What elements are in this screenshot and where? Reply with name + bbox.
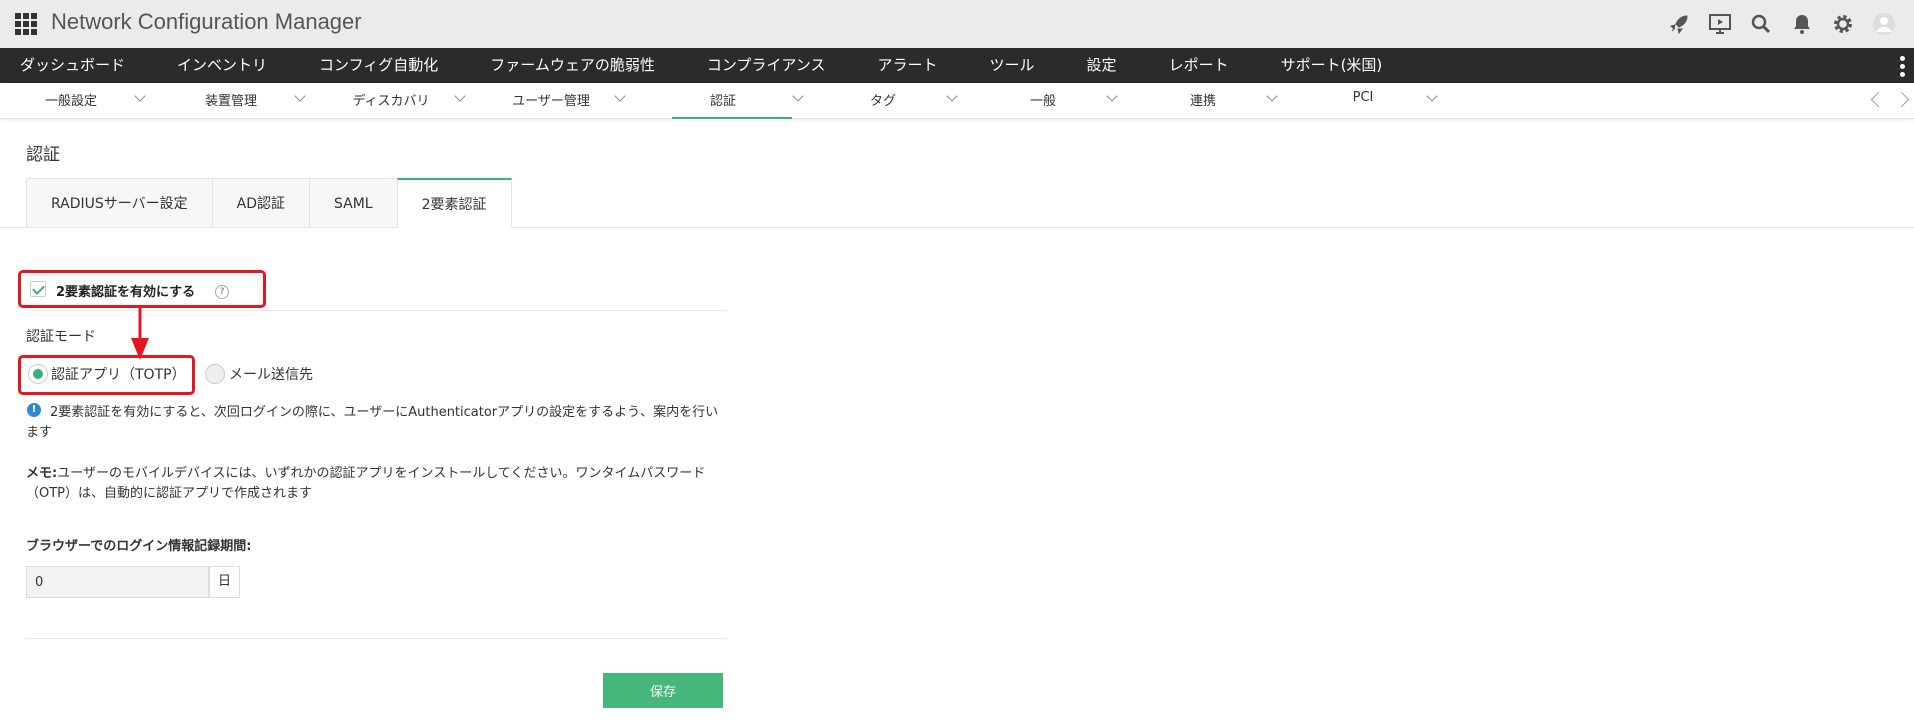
info-icon: ! (27, 403, 41, 417)
user-avatar-icon[interactable] (1863, 8, 1904, 40)
memo-note: メモ:ユーザーのモバイルデバイスには、いずれかの認証アプリをインストールしてくだ… (26, 464, 726, 504)
nav-alerts[interactable]: アラート (852, 48, 964, 83)
tab-radius[interactable]: RADIUSサーバー設定 (26, 178, 212, 228)
memo-prefix: メモ: (26, 466, 58, 481)
scroll-right-icon[interactable] (1894, 89, 1914, 109)
nav-dashboard[interactable]: ダッシュボード (0, 48, 151, 83)
subnav-pci[interactable]: PCI (1292, 83, 1452, 119)
memo-text: ユーザーのモバイルデバイスには、いずれかの認証アプリをインストールしてください。… (26, 466, 706, 501)
scroll-left-icon[interactable] (1866, 89, 1886, 109)
subnav-authentication[interactable]: 認証 (672, 83, 804, 119)
help-icon[interactable]: ? (215, 285, 229, 299)
totp-radio-label[interactable]: 認証アプリ（TOTP） (51, 364, 186, 384)
apps-grid-icon[interactable] (15, 13, 37, 35)
nav-config-automation[interactable]: コンフィグ自動化 (293, 48, 464, 83)
subnav-tags[interactable]: タグ (812, 83, 972, 119)
subnav-general-settings[interactable]: 一般設定 (0, 83, 160, 119)
chevron-down-icon (792, 90, 804, 102)
bell-icon[interactable] (1781, 8, 1822, 40)
subnav-device-management[interactable]: 装置管理 (160, 83, 320, 119)
info-text: 2要素認証を有効にすると、次回ログインの際に、ユーザーにAuthenticato… (26, 405, 719, 440)
nav-firmware-vulnerability[interactable]: ファームウェアの脆弱性 (464, 48, 681, 83)
email-radio[interactable] (205, 364, 225, 384)
gear-icon[interactable] (1822, 8, 1863, 40)
enable-two-factor-checkbox[interactable] (30, 281, 46, 297)
sub-nav: 一般設定 装置管理 ディスカバリ ユーザー管理 認証 タグ 一般 連携 PCI (0, 83, 1914, 119)
top-bar: Network Configuration Manager (0, 0, 1914, 48)
subnav-integration[interactable]: 連携 (1132, 83, 1292, 119)
login-remember-period-label: ブラウザーでのログイン情報記録期間: (26, 539, 252, 554)
enable-two-factor-label: 2要素認証を有効にする (56, 285, 196, 300)
subnav-user-management[interactable]: ユーザー管理 (480, 83, 640, 119)
subnav-discovery[interactable]: ディスカバリ (320, 83, 480, 119)
tab-two-factor[interactable]: 2要素認証 (396, 178, 512, 228)
save-button[interactable]: 保存 (603, 673, 723, 708)
nav-settings[interactable]: 設定 (1061, 48, 1143, 83)
main-nav: ダッシュボード インベントリ コンフィグ自動化 ファームウェアの脆弱性 コンプラ… (0, 48, 1914, 83)
subnav-general[interactable]: 一般 (972, 83, 1132, 119)
period-unit-label: 日 (209, 566, 240, 598)
nav-reports[interactable]: レポート (1143, 48, 1255, 83)
page-title: 認証 (26, 145, 60, 165)
subnav-label: 認証 (709, 94, 736, 109)
rocket-icon[interactable] (1658, 8, 1699, 40)
nav-compliance[interactable]: コンプライアンス (681, 48, 852, 83)
tab-saml[interactable]: SAML (309, 178, 397, 228)
nav-inventory[interactable]: インベントリ (151, 48, 293, 83)
nav-tools[interactable]: ツール (964, 48, 1061, 83)
email-radio-label[interactable]: メール送信先 (229, 364, 313, 384)
tab-ad-auth[interactable]: AD認証 (211, 178, 309, 228)
nav-support[interactable]: サポート(米国) (1255, 48, 1409, 83)
more-menu-icon[interactable] (1900, 56, 1906, 77)
divider (26, 638, 726, 639)
auth-mode-label: 認証モード (26, 329, 96, 345)
search-icon[interactable] (1740, 8, 1781, 40)
auth-tabs: RADIUSサーバー設定 AD認証 SAML 2要素認証 (26, 178, 512, 228)
login-remember-period-input[interactable] (26, 566, 209, 598)
app-title: Network Configuration Manager (51, 9, 362, 34)
totp-radio[interactable] (28, 364, 48, 384)
presentation-icon[interactable] (1699, 8, 1740, 40)
